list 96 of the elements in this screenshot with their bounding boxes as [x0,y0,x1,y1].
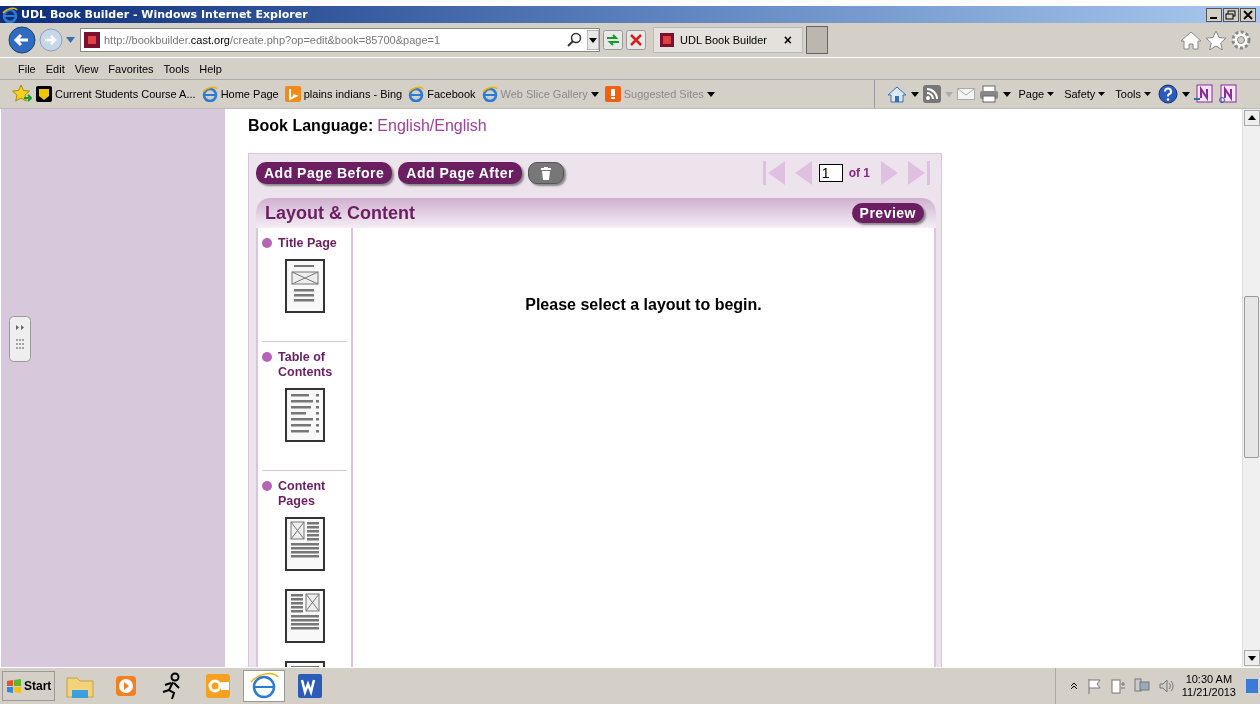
bullet-icon [262,352,272,362]
favorites-link[interactable]: plains indians - Bing [284,86,403,102]
caret-icon [1144,92,1151,96]
trash-icon [539,166,552,180]
field-value: English/English [377,116,487,136]
help-icon[interactable] [1158,84,1178,104]
clock[interactable]: 10:30 AM 11/21/2013 [1181,673,1236,699]
link-label: plains indians - Bing [303,88,403,100]
scroll-up-icon[interactable] [1243,110,1260,126]
onenote-link-icon[interactable] [1218,84,1238,104]
onenote-send-icon[interactable] [1194,84,1214,104]
printer-icon[interactable] [979,85,1000,103]
add-page-button[interactable]: Add Page After [398,162,522,184]
instruction-text: Please select a layout to begin. [525,296,762,314]
restore-icon[interactable] [1223,7,1239,22]
home-icon[interactable] [887,85,908,103]
show-hidden-icon[interactable] [1069,682,1078,690]
bullet-icon [262,238,272,248]
page-total: of 1 [848,166,870,180]
back-icon[interactable] [8,26,36,54]
flag-icon[interactable] [1085,678,1102,694]
search-icon[interactable] [567,32,583,48]
minimize-icon[interactable] [1206,7,1222,22]
command-menu[interactable]: Safety [1064,88,1106,100]
scroll-down-icon[interactable] [1243,650,1260,666]
ie-page-icon [481,86,498,102]
command-menu[interactable]: Page [1018,88,1055,100]
caret-icon [706,91,715,97]
text-image-layout-thumbnail[interactable] [285,589,325,643]
bing-icon [284,86,301,102]
title-page-layout-thumbnail[interactable] [285,259,325,313]
settings-icon[interactable] [1230,29,1252,51]
suggested-sites-icon [604,86,621,102]
caret-icon [1047,92,1055,96]
dropdown-icon[interactable] [587,30,599,50]
caret-icon [1098,92,1106,96]
contents-layout-thumbnail[interactable] [285,388,325,442]
site-icon [660,33,674,47]
favorites-link[interactable]: Home Page [201,86,279,102]
ie-page-icon [408,86,425,102]
ie-page-icon [201,86,218,102]
favorites-star-icon[interactable] [12,84,32,104]
image-text-layout-thumbnail[interactable] [285,517,325,571]
tab-label: UDL Book Builder [680,34,769,46]
window-title: UDL Book Builder - Windows Internet Explorer [21,8,308,21]
field-label: Book Language: [248,116,374,136]
power-icon[interactable] [1109,678,1126,694]
shield-icon [36,86,52,102]
stop-icon[interactable] [626,30,646,50]
menu-item[interactable]: Help [195,62,226,75]
add-page-button[interactable]: Add Page Before [256,162,393,184]
layout-category-label: Title Page [278,236,338,251]
scroll-thumb[interactable] [1244,296,1259,458]
scrollbar[interactable] [1242,109,1260,667]
network-icon[interactable] [1133,678,1150,694]
caret-icon[interactable] [1182,91,1190,97]
expand-handle-icon[interactable] [9,316,31,362]
caret-icon[interactable] [911,91,920,97]
new-tab-button[interactable] [806,26,828,54]
site-icon [84,32,100,48]
menu-item[interactable]: Tools [159,62,194,75]
home-icon[interactable] [1180,30,1202,50]
volume-icon[interactable] [1157,678,1174,694]
preview-button[interactable]: Preview [851,203,924,223]
close-icon[interactable] [1240,7,1256,22]
favorites-link[interactable]: Current Students Course A... [36,86,196,102]
menu-item[interactable]: File [14,62,40,75]
link-label: Current Students Course A... [55,88,196,100]
layout-category-label: Content Pages [278,479,327,509]
link-label: Web Slice Gallery [500,88,588,100]
menu-item[interactable]: Favorites [104,62,158,75]
command-menu[interactable]: Tools [1115,88,1151,100]
favorites-link[interactable]: Facebook [408,86,476,102]
windows-logo-icon [6,679,22,693]
tab-close-button[interactable]: × [783,32,792,48]
link-label: Facebook [427,88,476,100]
clock-time: 10:30 AM [1185,673,1233,686]
browser-tab[interactable]: UDL Book Builder × [653,27,803,53]
star-icon[interactable] [1205,30,1227,50]
feed-icon[interactable] [923,85,942,103]
link-label: Suggested Sites [623,88,704,100]
start-button[interactable]: Start [2,671,56,701]
caret-icon [590,91,599,97]
caret-icon[interactable] [1003,91,1012,97]
address-field[interactable]: http://bookbuilder.cast.org/create.php?op=edit&book=85700&page=1 [80,28,600,52]
menu-item[interactable]: View [70,62,103,75]
link-label: Home Page [220,88,279,100]
menu-item[interactable]: Edit [41,62,69,75]
delete-page-button[interactable] [527,162,564,184]
page-number-field[interactable]: 1 [818,164,843,182]
url-text: http://bookbuilder.cast.org/create.php?op=edit&book=85700&page=1 [104,34,441,46]
clock-date: 11/21/2013 [1181,686,1236,699]
ie-logo-icon [2,6,18,23]
layout-category-label: Table of Contents [278,350,334,380]
section-title: Layout & Content [265,202,415,224]
bullet-icon [262,481,272,491]
